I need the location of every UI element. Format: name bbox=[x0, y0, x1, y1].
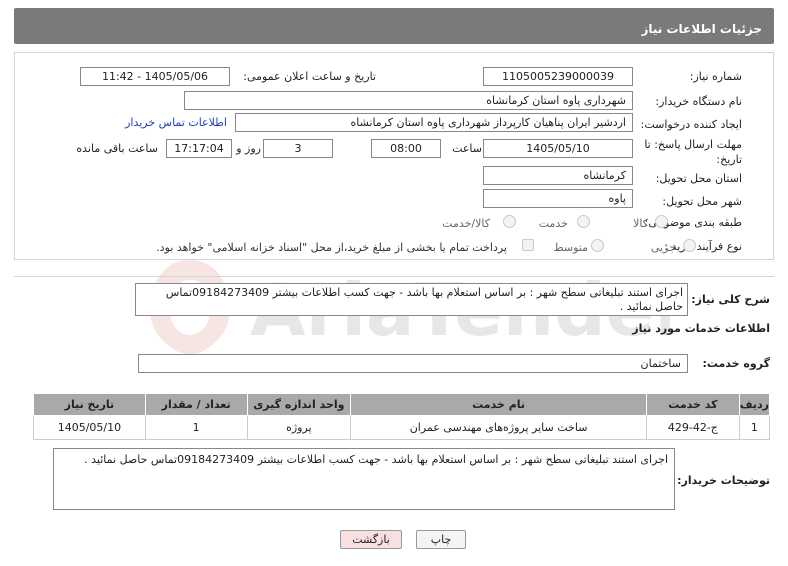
col-service-code: کد خدمت bbox=[645, 393, 740, 416]
announce-field[interactable]: 1405/05/06 - 11:42 bbox=[80, 67, 230, 86]
cell-service-name: ساخت سایر پروژه‌های مهندسی عمران bbox=[350, 415, 647, 440]
treasury-payment-checkbox[interactable] bbox=[522, 239, 534, 251]
category-radio-goods[interactable] bbox=[655, 215, 668, 228]
announce-label: تاریخ و ساعت اعلان عمومی: bbox=[243, 70, 376, 83]
page-title: جزئیات اطلاعات نیاز bbox=[641, 22, 762, 36]
buyer-notes-textarea[interactable]: اجرای استند تبلیغاتی سطح شهر : بر اساس ا… bbox=[53, 448, 675, 510]
days-remaining-field[interactable]: 3 bbox=[263, 139, 333, 158]
category-radio-service[interactable] bbox=[577, 215, 590, 228]
back-button[interactable]: بازگشت bbox=[340, 530, 402, 549]
category-option-goods-service: کالا/خدمت bbox=[442, 217, 490, 230]
province-label: استان محل تحویل: bbox=[655, 172, 742, 185]
category-radio-goods-service[interactable] bbox=[503, 215, 516, 228]
services-table: ردیف کد خدمت نام خدمت واحد اندازه گیری ت… bbox=[33, 393, 771, 440]
page-header: جزئیات اطلاعات نیاز bbox=[14, 8, 774, 44]
remaining-time-label: ساعت باقی مانده bbox=[76, 142, 158, 155]
buyer-org-field[interactable]: شهرداری پاوه استان کرمانشاه bbox=[184, 91, 633, 110]
need-number-label: شماره نیاز: bbox=[689, 70, 742, 83]
col-quantity: تعداد / مقدار bbox=[144, 393, 248, 416]
cell-need-date: 1405/05/10 bbox=[33, 415, 146, 440]
summary-label: شرح کلی نیاز: bbox=[691, 293, 770, 306]
col-row-number: ردیف bbox=[738, 393, 771, 416]
city-field[interactable]: پاوه bbox=[483, 189, 633, 208]
col-need-date: تاریخ نیاز bbox=[33, 393, 146, 416]
category-option-goods: کالا bbox=[633, 217, 648, 230]
buyer-notes-label: توضیحات خریدار: bbox=[677, 474, 770, 487]
deadline-date-field[interactable]: 1405/05/10 bbox=[483, 139, 633, 158]
col-service-name: نام خدمت bbox=[350, 393, 647, 416]
col-unit: واحد اندازه گیری bbox=[246, 393, 352, 416]
service-group-field[interactable]: ساختمان bbox=[138, 354, 688, 373]
city-label: شهر محل تحویل: bbox=[662, 195, 742, 208]
cell-quantity: 1 bbox=[144, 415, 248, 440]
buyer-org-label: نام دستگاه خریدار: bbox=[655, 95, 742, 108]
process-option-minor: جزیی bbox=[650, 241, 676, 254]
payment-note: پرداخت تمام یا بخشی از مبلغ خرید،از محل … bbox=[156, 241, 507, 254]
table-row[interactable]: 1 ج-42-429 ساخت سایر پروژه‌های مهندسی عم… bbox=[33, 415, 771, 440]
cell-row-number: 1 bbox=[738, 415, 771, 440]
buyer-contact-link[interactable]: اطلاعات تماس خریدار bbox=[125, 116, 227, 129]
remaining-time-field[interactable]: 17:17:04 bbox=[166, 139, 232, 158]
print-button[interactable]: چاپ bbox=[416, 530, 466, 549]
process-option-medium: متوسط bbox=[553, 241, 588, 254]
process-radio-medium[interactable] bbox=[591, 239, 604, 252]
cell-unit: پروژه bbox=[246, 415, 352, 440]
process-radio-minor[interactable] bbox=[683, 239, 696, 252]
creator-label: ایجاد کننده درخواست: bbox=[640, 118, 742, 131]
category-option-service: خدمت bbox=[538, 217, 568, 230]
days-label: روز و bbox=[236, 142, 261, 155]
deadline-time-label: ساعت bbox=[452, 142, 482, 155]
service-group-label: گروه خدمت: bbox=[702, 357, 770, 370]
services-section-title: اطلاعات خدمات مورد نیاز bbox=[632, 322, 770, 335]
need-number-field[interactable]: 1105005239000039 bbox=[483, 67, 633, 86]
table-header-row: ردیف کد خدمت نام خدمت واحد اندازه گیری ت… bbox=[33, 393, 771, 416]
province-field[interactable]: کرمانشاه bbox=[483, 166, 633, 185]
deadline-label: مهلت ارسال پاسخ: تا تاریخ: bbox=[644, 138, 742, 166]
summary-textarea[interactable]: اجرای استند تبلیغاتی سطح شهر : بر اساس ا… bbox=[135, 283, 688, 316]
creator-field[interactable]: اردشیر ایران پناهیان کارپرداز شهرداری پا… bbox=[235, 113, 633, 132]
cell-service-code: ج-42-429 bbox=[645, 415, 740, 440]
section-divider bbox=[14, 276, 774, 277]
deadline-time-field[interactable]: 08:00 bbox=[371, 139, 441, 158]
